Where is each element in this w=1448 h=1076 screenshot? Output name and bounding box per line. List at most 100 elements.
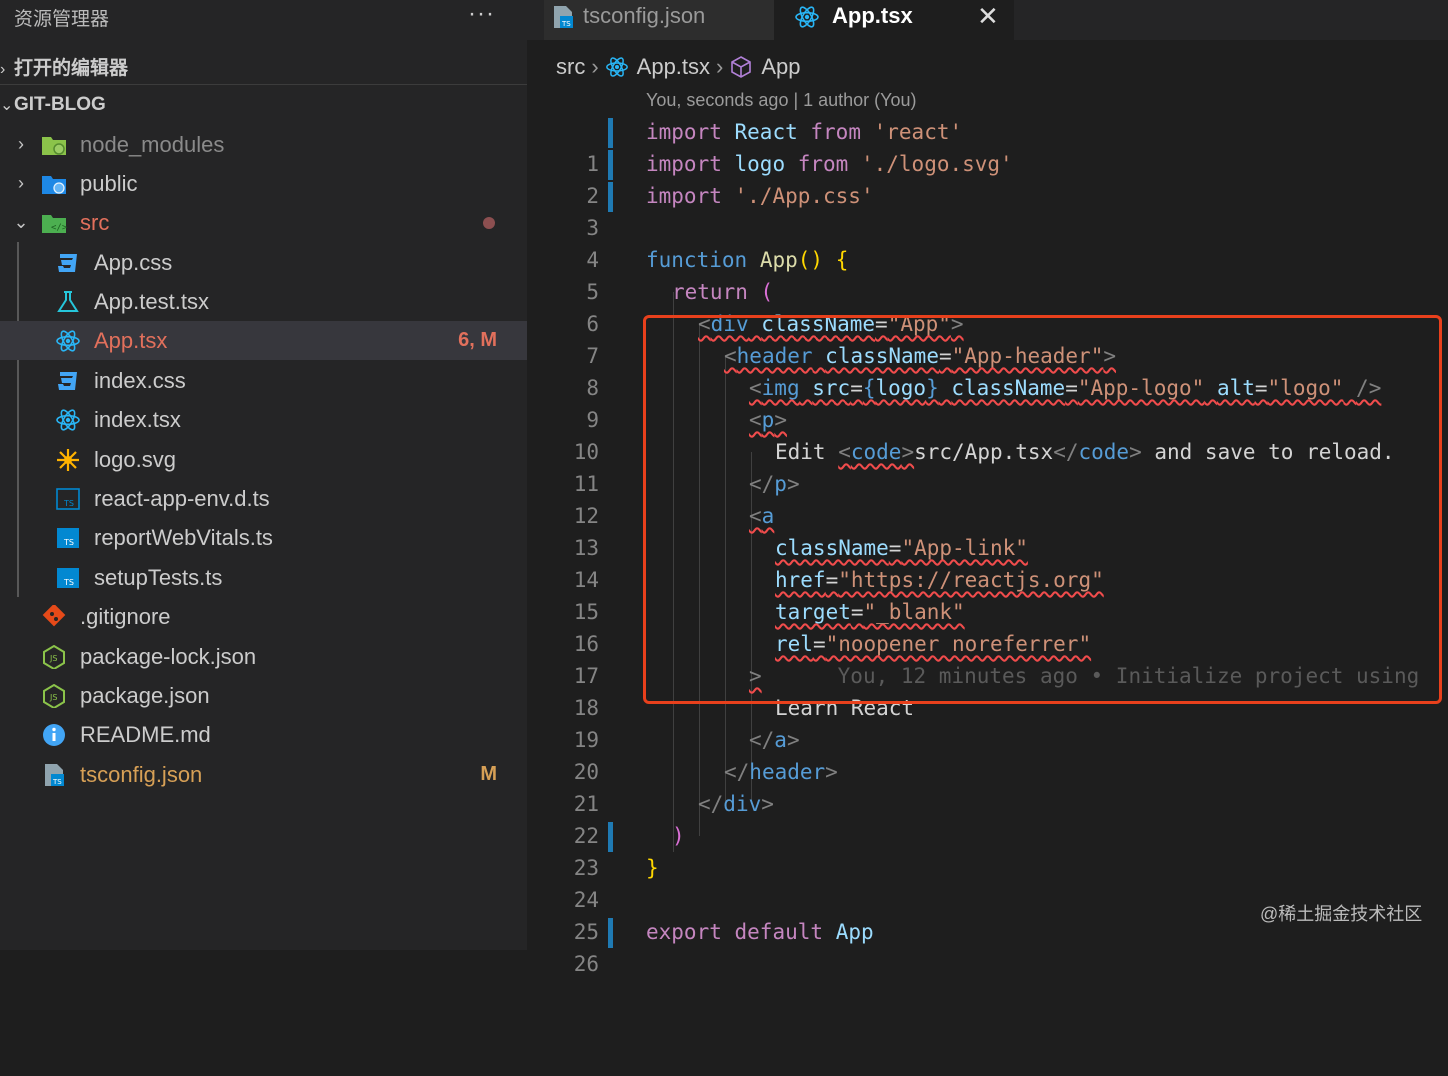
svg-sun-icon [57, 449, 79, 471]
tree-item-label: node_modules [80, 132, 225, 157]
close-icon[interactable]: ✕ [977, 0, 999, 32]
tree-item-label: App.tsx [94, 328, 168, 353]
tab-tsconfig[interactable]: TS tsconfig.json [544, 0, 774, 40]
code-text: </div> [698, 792, 774, 816]
editor-tab-bar: TS tsconfig.json App.tsx ✕ [527, 0, 1448, 40]
tree-item-node-modules[interactable]: › node_modules [0, 125, 527, 164]
project-label: GIT-BLOG [14, 94, 106, 115]
tree-item-report-web-vitals[interactable]: TS reportWebVitals.ts [0, 518, 527, 557]
folder-src-icon: </> [42, 215, 67, 233]
tree-item-label: logo.svg [94, 447, 176, 472]
modified-dot-icon [483, 217, 495, 229]
tree-item-index-css[interactable]: index.css [0, 361, 527, 400]
typescript-def-icon: TS [56, 488, 80, 510]
tree-item-react-app-env[interactable]: TS react-app-env.d.ts [0, 479, 527, 518]
open-editors-label: 打开的编辑器 [14, 58, 129, 79]
code-line: 23 ) [527, 820, 1448, 880]
tree-item-logo-svg[interactable]: logo.svg [0, 440, 527, 479]
tree-item-package-lock[interactable]: JS package-lock.json [0, 637, 527, 676]
modified-badge: M [480, 763, 497, 785]
chevron-right-icon: › [0, 61, 6, 78]
tree-item-label: tsconfig.json [80, 762, 203, 787]
typescript-file-icon: TS [57, 528, 79, 548]
git-change-marker [608, 118, 613, 148]
code-text: import logo from './logo.svg' [646, 152, 1013, 176]
typescript-file-icon: TS [57, 568, 79, 588]
breadcrumb-symbol[interactable]: App [761, 54, 800, 79]
tree-item-label: package-lock.json [80, 644, 257, 669]
code-text: export default App [646, 920, 874, 944]
folder-node-icon [42, 137, 66, 155]
code-text: return ( [672, 280, 774, 304]
git-change-marker [608, 918, 613, 948]
section-divider [0, 84, 527, 85]
code-text: </a> [749, 728, 800, 752]
code-line: 6 return ( [527, 276, 1448, 336]
code-text: function App() { [646, 248, 849, 272]
tree-item-label: setupTests.ts [94, 565, 223, 590]
tree-item-src[interactable]: ⌄ </> src [0, 203, 527, 242]
code-text: ) [672, 824, 685, 848]
css-file-icon [58, 254, 77, 272]
chevron-right-icon: › [716, 54, 724, 80]
problems-badge: 6, M [458, 329, 497, 351]
highlight-annotation-box [643, 315, 1442, 704]
code-line: 20 </a> [527, 724, 1448, 784]
tree-item-package-json[interactable]: JS package.json [0, 676, 527, 715]
code-line: 3 import './App.css' [527, 180, 1448, 240]
test-flask-icon [57, 291, 79, 312]
codelens-authors[interactable]: You, seconds ago | 1 author (You) [646, 90, 917, 111]
symbol-cube-icon [731, 56, 752, 79]
svg-text:TS: TS [63, 538, 74, 547]
tree-item-label: .gitignore [80, 604, 171, 629]
more-actions-button[interactable]: ··· [468, 0, 495, 28]
line-number: 26 [573, 952, 599, 976]
tree-item-gitignore[interactable]: .gitignore [0, 597, 527, 636]
svg-text:TS: TS [63, 578, 74, 587]
chevron-right-icon: › [18, 134, 24, 154]
svg-text:JS: JS [49, 654, 57, 663]
svg-text:TS: TS [52, 778, 62, 786]
react-file-icon [56, 409, 80, 431]
svg-text:JS: JS [49, 693, 57, 702]
code-line: 22 </div> [527, 788, 1448, 848]
react-file-icon [795, 6, 819, 28]
breadcrumb-folder[interactable]: src [556, 54, 585, 79]
chevron-right-icon: › [591, 54, 599, 80]
explorer-title: 资源管理器 [14, 9, 110, 30]
code-text: import './App.css' [646, 184, 874, 208]
chevron-right-icon: › [18, 173, 24, 193]
tree-item-app-test[interactable]: App.test.tsx [0, 282, 527, 321]
code-line: 2 import logo from './logo.svg' [527, 148, 1448, 208]
tree-item-label: react-app-env.d.ts [94, 486, 270, 511]
tree-item-index-tsx[interactable]: index.tsx [0, 400, 527, 439]
code-text: } [646, 856, 659, 880]
code-line: 24 } [527, 852, 1448, 912]
git-icon [42, 605, 66, 627]
open-editors-section[interactable]: › 打开的编辑器 [0, 53, 128, 80]
code-text: import React from 'react' [646, 120, 963, 144]
tree-item-label: README.md [80, 722, 211, 747]
css-file-icon [58, 372, 77, 390]
code-text: </header> [724, 760, 838, 784]
breadcrumb-file[interactable]: App.tsx [637, 54, 710, 79]
tree-item-tsconfig[interactable]: TS tsconfig.json M [0, 755, 527, 794]
git-change-marker [608, 150, 613, 180]
tree-item-app-css[interactable]: App.css [0, 243, 527, 282]
code-line: 21 </header> [527, 756, 1448, 816]
tree-item-label: App.test.tsx [94, 289, 209, 314]
tree-item-readme[interactable]: README.md [0, 715, 527, 754]
breadcrumb: src › App.tsx › App [556, 48, 801, 84]
tsconfig-icon: TS [45, 764, 64, 786]
tab-label: tsconfig.json [583, 3, 706, 28]
svg-text:</>: </> [51, 223, 67, 233]
tab-app-tsx[interactable]: App.tsx ✕ [774, 0, 1014, 40]
folder-public-icon [42, 176, 66, 194]
tree-item-app-tsx[interactable]: App.tsx 6, M [0, 321, 527, 360]
tree-item-label: src [80, 210, 110, 235]
code-line: 5 function App() { [527, 244, 1448, 304]
project-section[interactable]: ⌄GIT-BLOG [0, 94, 106, 116]
tree-item-public[interactable]: › public [0, 164, 527, 203]
react-file-icon [56, 330, 80, 352]
tree-item-setup-tests[interactable]: TS setupTests.ts [0, 558, 527, 597]
